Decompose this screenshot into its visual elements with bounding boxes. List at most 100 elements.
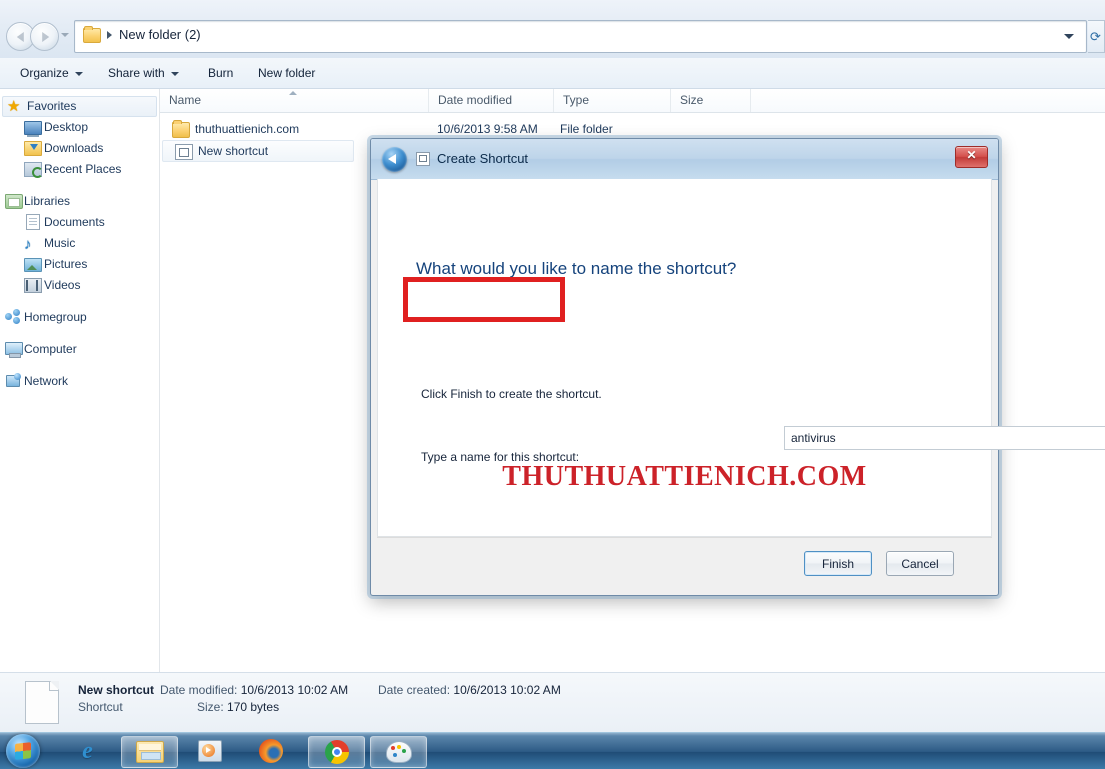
internet-explorer-icon: e (82, 738, 93, 764)
window-top-chrome: New folder (2) ⟳ (0, 0, 1105, 58)
details-date-modified: Date modified: 10/6/2013 10:02 AM (160, 683, 348, 697)
sidebar-item-documents[interactable]: Documents (0, 212, 159, 233)
column-header-type[interactable]: Type (553, 89, 670, 112)
sidebar-item-label: Computer (24, 342, 77, 356)
details-file-name: New shortcut (78, 683, 155, 697)
annotation-highlight-box (403, 277, 565, 322)
burn-label: Burn (208, 66, 234, 80)
sidebar-item-recent-places[interactable]: Recent Places (0, 159, 159, 180)
table-row[interactable]: New shortcut (162, 140, 354, 162)
cancel-button[interactable]: Cancel (886, 551, 954, 576)
share-with-label: Share with (108, 66, 165, 80)
sidebar-item-computer[interactable]: Computer (0, 339, 159, 360)
chevron-down-icon[interactable] (1064, 34, 1074, 39)
explorer-window: New folder (2) ⟳ Organize Share with Bur… (0, 0, 1105, 769)
sidebar-item-network[interactable]: Network (0, 371, 159, 392)
navigation-row: New folder (2) ⟳ (0, 20, 1105, 54)
refresh-icon: ⟳ (1090, 29, 1101, 44)
new-folder-label: New folder (258, 66, 316, 80)
taskbar-item-paint[interactable] (370, 736, 427, 768)
shortcut-name-input[interactable] (784, 426, 1105, 450)
sidebar-item-homegroup[interactable]: Homegroup (0, 307, 159, 328)
dialog-title-bar: Create Shortcut (371, 139, 998, 180)
windows-explorer-icon (135, 741, 164, 763)
firefox-icon (258, 739, 283, 763)
dialog-back-button[interactable] (382, 147, 407, 172)
taskbar-item-internet-explorer[interactable]: e (60, 736, 115, 766)
videos-icon (24, 278, 42, 293)
file-date-modified: 10/6/2013 9:58 AM (437, 122, 538, 136)
taskbar-item-firefox[interactable] (243, 736, 298, 766)
details-date-created-label: Date created: (378, 683, 451, 697)
table-row[interactable]: thuthuattienich.com 10/6/2013 9:58 AM Fi… (160, 119, 760, 140)
sidebar-item-desktop[interactable]: Desktop (0, 117, 159, 138)
paint-icon (385, 741, 412, 763)
windows-media-player-icon (197, 740, 222, 762)
homegroup-node-icon (13, 309, 20, 316)
dialog-body: What would you like to name the shortcut… (377, 179, 992, 537)
forward-arrow-icon (41, 31, 49, 42)
sidebar-item-label: Downloads (44, 141, 104, 155)
recent-places-icon (24, 162, 43, 178)
taskbar-item-windows-explorer[interactable] (121, 736, 178, 768)
details-date-created: Date created: 10/6/2013 10:02 AM (378, 683, 561, 697)
command-bar: Organize Share with Burn New folder (0, 58, 1105, 89)
close-icon[interactable] (955, 146, 988, 168)
downloads-icon (24, 141, 42, 156)
sidebar-item-favorites[interactable]: Favorites (2, 96, 157, 117)
sort-ascending-icon (289, 91, 297, 95)
organize-menu-button[interactable]: Organize (12, 58, 91, 88)
chevron-down-icon (74, 71, 83, 76)
network-icon (5, 373, 21, 389)
file-icon (25, 681, 59, 724)
file-name: New shortcut (198, 144, 269, 158)
share-with-menu-button[interactable]: Share with (100, 58, 187, 88)
sidebar-item-downloads[interactable]: Downloads (0, 138, 159, 159)
network-globe-icon (14, 373, 21, 380)
sidebar-item-label: Pictures (44, 257, 88, 271)
organize-label: Organize (20, 66, 69, 80)
sidebar-item-pictures[interactable]: Pictures (0, 254, 159, 275)
column-header-size[interactable]: Size (670, 89, 750, 112)
sidebar-item-label: Homegroup (24, 310, 87, 324)
recent-pages-dropdown-icon[interactable] (61, 33, 69, 37)
forward-button[interactable] (30, 22, 59, 51)
sidebar-item-libraries[interactable]: Libraries (0, 191, 159, 212)
file-type: File folder (560, 122, 613, 136)
sidebar-item-label: Music (44, 236, 76, 250)
taskbar-item-windows-media-player[interactable] (182, 736, 237, 766)
breadcrumb-current-folder[interactable]: New folder (2) (119, 27, 201, 42)
details-size: Size: 170 bytes (197, 700, 279, 714)
pictures-icon (24, 258, 42, 272)
column-header-date-modified[interactable]: Date modified (428, 89, 553, 112)
sidebar-item-label: Videos (44, 278, 81, 292)
shortcut-glyph (179, 148, 189, 157)
sidebar-item-videos[interactable]: Videos (0, 275, 159, 296)
breadcrumb-separator-icon (107, 31, 112, 39)
burn-button[interactable]: Burn (200, 58, 241, 88)
finish-button[interactable]: Finish (804, 551, 872, 576)
shortcut-icon (416, 152, 430, 166)
taskbar-item-google-chrome[interactable] (308, 736, 365, 768)
chevron-down-icon (170, 71, 179, 76)
homegroup-node-icon (13, 317, 20, 324)
address-bar[interactable]: New folder (2) (74, 20, 1087, 53)
sidebar-item-label: Recent Places (44, 162, 122, 176)
new-folder-button[interactable]: New folder (250, 58, 323, 88)
watermark-text: THUTHUATTIENICH.COM (502, 461, 867, 492)
dialog-title: Create Shortcut (437, 151, 529, 166)
details-date-modified-value: 10/6/2013 10:02 AM (240, 683, 349, 697)
refresh-button[interactable]: ⟳ (1088, 20, 1105, 53)
create-shortcut-dialog: Create Shortcut What would you like to n… (370, 138, 1105, 596)
dialog-footer: Finish Cancel (377, 537, 992, 588)
sidebar-item-music[interactable]: Music (0, 233, 159, 254)
details-date-modified-label: Date modified: (160, 683, 238, 697)
sidebar-item-label: Libraries (24, 194, 71, 208)
shortcut-icon (175, 144, 193, 160)
windows-start-orb[interactable] (6, 734, 40, 768)
homegroup-node-icon (5, 313, 12, 320)
libraries-icon (5, 194, 23, 209)
homegroup-icon (5, 308, 21, 324)
